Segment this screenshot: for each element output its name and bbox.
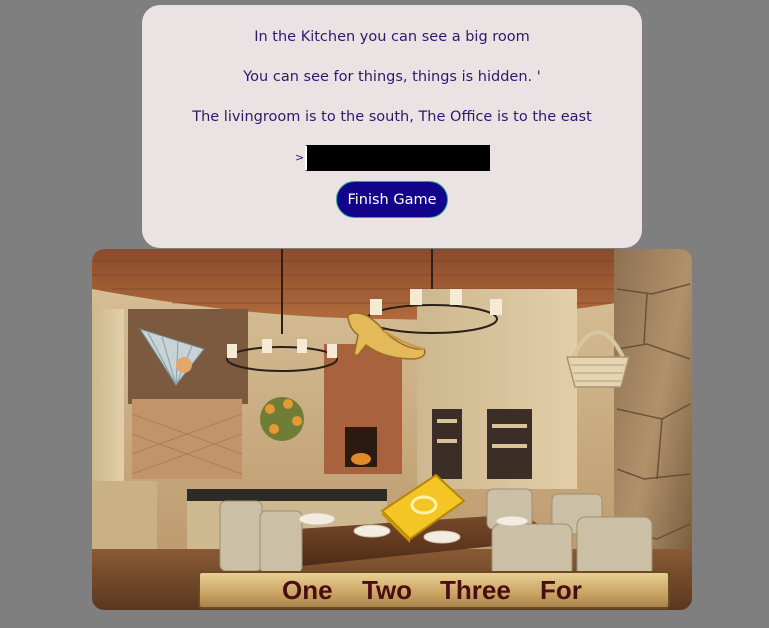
exits-line: The livingroom is to the south, The Offi… bbox=[192, 109, 592, 125]
inventory-slot-2[interactable]: Two bbox=[362, 575, 412, 606]
slipper-item[interactable] bbox=[344, 305, 429, 361]
command-row: > bbox=[142, 145, 642, 171]
items-hint-line: You can see for things, things is hidden… bbox=[243, 69, 541, 85]
kitchen-background bbox=[92, 249, 692, 610]
inventory-slot-3[interactable]: Three bbox=[440, 575, 511, 606]
finish-game-button[interactable]: Finish Game bbox=[336, 181, 448, 218]
inventory-slot-4[interactable]: For bbox=[540, 575, 582, 606]
inventory-bar: One Two Three For bbox=[198, 571, 670, 609]
fan-item[interactable] bbox=[132, 319, 212, 387]
gold-bar-item[interactable] bbox=[378, 471, 468, 543]
room-description-line: In the Kitchen you can see a big room bbox=[254, 29, 530, 45]
room-description-panel: In the Kitchen you can see a big room Yo… bbox=[142, 5, 642, 248]
basket-item[interactable] bbox=[563, 317, 633, 391]
kitchen-scene: One Two Three For bbox=[92, 249, 692, 610]
prompt-symbol: > bbox=[295, 151, 305, 164]
command-input[interactable] bbox=[305, 145, 490, 171]
inventory-slot-1[interactable]: One bbox=[282, 575, 333, 606]
